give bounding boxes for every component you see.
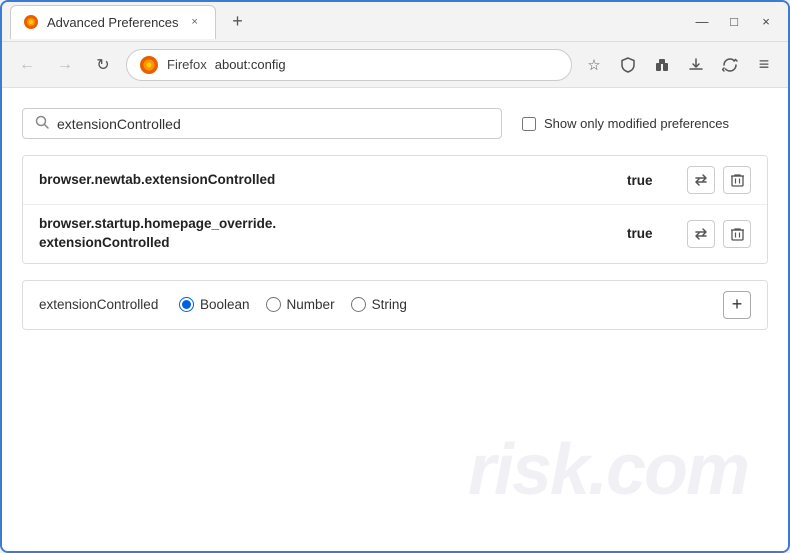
table-row: browser.newtab.extensionControlled true: [23, 156, 767, 205]
page-content: risk.com Show only modified preferences: [2, 88, 788, 551]
browser-name-label: Firefox: [167, 57, 207, 72]
string-radio[interactable]: [351, 297, 366, 312]
nav-bar: ← → ↻ Firefox about:config ☆: [2, 42, 788, 88]
string-option[interactable]: String: [351, 297, 407, 312]
tab-title: Advanced Preferences: [47, 15, 179, 30]
type-radio-group: Boolean Number String: [179, 297, 407, 312]
table-row: browser.startup.homepage_override. exten…: [23, 205, 767, 263]
forward-button[interactable]: →: [50, 50, 80, 80]
boolean-option[interactable]: Boolean: [179, 297, 250, 312]
number-radio[interactable]: [266, 297, 281, 312]
search-icon: [35, 115, 49, 132]
swap-button-1[interactable]: [687, 166, 715, 194]
delete-button-1[interactable]: [723, 166, 751, 194]
trash-icon: [731, 227, 744, 241]
swap-button-2[interactable]: [687, 220, 715, 248]
browser-window: Advanced Preferences × + — □ × ← → ↻ Fir…: [0, 0, 790, 553]
search-area: Show only modified preferences: [22, 108, 768, 139]
nav-icons: ☆: [580, 51, 778, 79]
new-pref-row: extensionControlled Boolean Number Strin…: [22, 280, 768, 330]
sync-icon: [716, 51, 744, 79]
tab-close-btn[interactable]: ×: [187, 14, 203, 30]
swap-icon: [694, 227, 708, 241]
extension-icon: [648, 51, 676, 79]
modified-only-label: Show only modified preferences: [544, 116, 729, 131]
title-bar: Advanced Preferences × + — □ ×: [2, 2, 788, 42]
close-button[interactable]: ×: [752, 8, 780, 36]
boolean-label: Boolean: [200, 297, 250, 312]
trash-icon: [731, 173, 744, 187]
boolean-radio[interactable]: [179, 297, 194, 312]
bookmark-icon[interactable]: ☆: [580, 51, 608, 79]
result-actions-1: [687, 166, 751, 194]
pref-name-1: browser.newtab.extensionControlled: [39, 171, 627, 190]
new-pref-name: extensionControlled: [39, 297, 159, 312]
shield-icon: [614, 51, 642, 79]
checkbox-area[interactable]: Show only modified preferences: [522, 116, 729, 131]
pref-value-1: true: [627, 173, 667, 188]
downloads-icon: [682, 51, 710, 79]
back-button[interactable]: ←: [12, 50, 42, 80]
firefox-tab-icon: [23, 14, 39, 30]
delete-button-2[interactable]: [723, 220, 751, 248]
result-actions-2: [687, 220, 751, 248]
pref-value-2: true: [627, 226, 667, 241]
browser-tab[interactable]: Advanced Preferences ×: [10, 5, 216, 39]
search-box[interactable]: [22, 108, 502, 139]
firefox-logo: [139, 55, 159, 75]
modified-only-checkbox[interactable]: [522, 117, 536, 131]
number-option[interactable]: Number: [266, 297, 335, 312]
add-pref-button[interactable]: +: [723, 291, 751, 319]
results-table: browser.newtab.extensionControlled true: [22, 155, 768, 264]
new-tab-button[interactable]: +: [224, 8, 252, 36]
swap-icon: [694, 173, 708, 187]
maximize-button[interactable]: □: [720, 8, 748, 36]
search-input[interactable]: [57, 116, 489, 132]
address-bar: Firefox about:config: [126, 49, 572, 81]
string-label: String: [372, 297, 407, 312]
pref-name-2: browser.startup.homepage_override. exten…: [39, 215, 627, 253]
window-controls: — □ ×: [688, 8, 780, 36]
menu-button[interactable]: ≡: [750, 51, 778, 79]
reload-button[interactable]: ↻: [88, 50, 118, 80]
number-label: Number: [287, 297, 335, 312]
url-bar-text[interactable]: about:config: [215, 57, 286, 72]
minimize-button[interactable]: —: [688, 8, 716, 36]
watermark: risk.com: [468, 429, 748, 511]
